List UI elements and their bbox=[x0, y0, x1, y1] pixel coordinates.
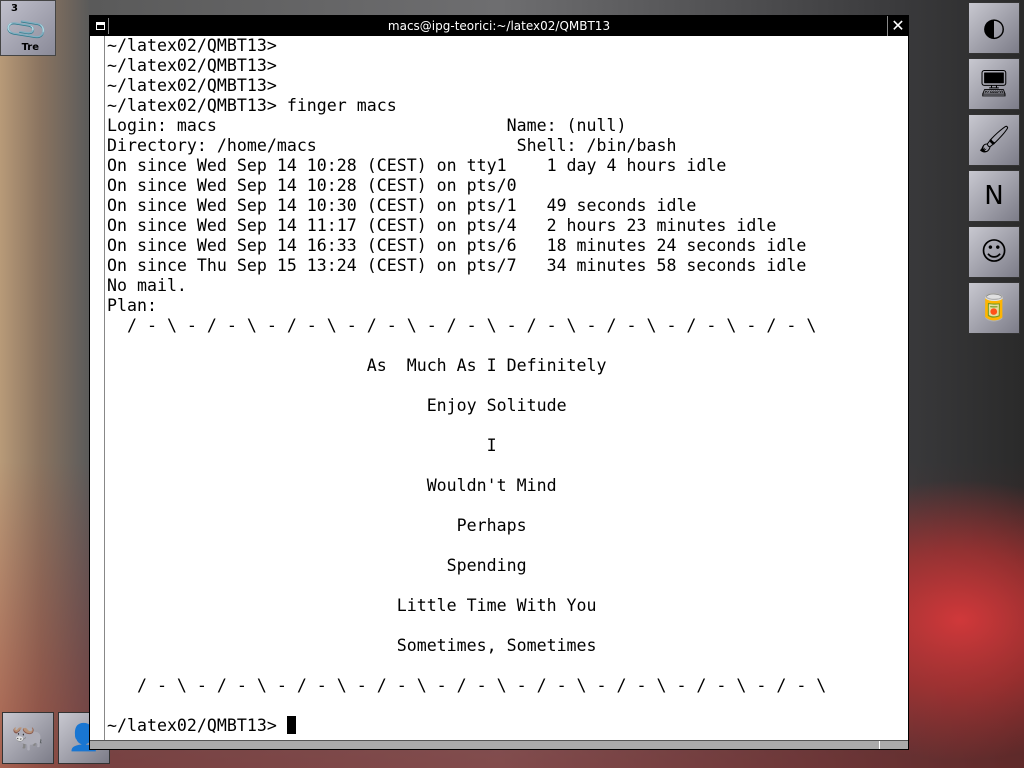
terminal-line: ~/latex02/QMBT13> bbox=[107, 56, 277, 75]
close-button[interactable]: ✕ bbox=[887, 16, 908, 36]
terminal-line: ~/latex02/QMBT13> bbox=[107, 36, 277, 55]
resize-bar[interactable] bbox=[90, 740, 908, 749]
gnu-button[interactable]: 🐃 bbox=[2, 712, 54, 764]
terminal-line: ~/latex02/QMBT13> finger macs bbox=[107, 96, 397, 115]
paint-icon: 🖌 bbox=[977, 125, 1011, 155]
resize-corner[interactable] bbox=[879, 741, 908, 749]
terminal-line: Wouldn't Mind bbox=[107, 476, 557, 495]
terminal-line: Directory: /home/macs Shell: /bin/bash bbox=[107, 136, 677, 155]
terminal-line: Perhaps bbox=[107, 516, 527, 535]
window-menu-icon bbox=[95, 22, 105, 30]
terminal-line: On since Wed Sep 14 11:17 (CEST) on pts/… bbox=[107, 216, 777, 235]
terminal-line: On since Thu Sep 15 13:24 (CEST) on pts/… bbox=[107, 256, 807, 275]
terminal-line: On since Wed Sep 14 10:30 (CEST) on pts/… bbox=[107, 196, 697, 215]
soda-can-dock-button[interactable]: 🥫 bbox=[968, 282, 1020, 334]
terminal-line: / - \ - / - \ - / - \ - / - \ - / - \ - … bbox=[107, 676, 827, 695]
terminal-line: / - \ - / - \ - / - \ - / - \ - / - \ - … bbox=[107, 316, 817, 335]
terminal-line: Login: macs Name: (null) bbox=[107, 116, 627, 135]
workspace-name: Tre bbox=[21, 42, 39, 53]
terminal-line: Enjoy Solitude bbox=[107, 396, 567, 415]
soda-can-icon: 🥫 bbox=[977, 293, 1011, 323]
wmaker-logo-dock-button[interactable]: ◐ bbox=[968, 2, 1020, 54]
terminal-line: Plan: bbox=[107, 296, 157, 315]
terminal-line: On since Wed Sep 14 16:33 (CEST) on pts/… bbox=[107, 236, 807, 255]
title-bar[interactable]: macs@ipg-teorici:~/latex02/QMBT13 ✕ bbox=[90, 16, 908, 36]
terminal-line: Little Time With You bbox=[107, 596, 597, 615]
paint-dock-button[interactable]: 🖌 bbox=[968, 114, 1020, 166]
terminal-text: ~/latex02/QMBT13> ~/latex02/QMBT13> ~/late… bbox=[107, 36, 908, 716]
terminal-output[interactable]: ~/latex02/QMBT13> ~/latex02/QMBT13> ~/late… bbox=[104, 36, 908, 741]
monitor-icon: 🖥 bbox=[977, 69, 1011, 99]
terminal-line: No mail. bbox=[107, 276, 187, 295]
terminal-line: On since Wed Sep 14 10:28 (CEST) on pts/… bbox=[107, 176, 517, 195]
terminal-line: Sometimes, Sometimes bbox=[107, 636, 597, 655]
bitchx-dock-button[interactable]: ☺ bbox=[968, 226, 1020, 278]
gnu-icon: 🐃 bbox=[11, 723, 45, 753]
shell-prompt: ~/latex02/QMBT13> bbox=[107, 716, 287, 735]
bitchx-icon: ☺ bbox=[980, 237, 1008, 267]
window-menu-button[interactable] bbox=[92, 18, 109, 34]
text-cursor bbox=[286, 716, 296, 734]
terminal-line: I bbox=[107, 436, 497, 455]
workspace-indicator[interactable]: 3 📎 Tre bbox=[0, 0, 56, 56]
window-title: macs@ipg-teorici:~/latex02/QMBT13 bbox=[387, 19, 611, 33]
terminal-line: As Much As I Definitely bbox=[107, 356, 607, 375]
terminal-window[interactable]: macs@ipg-teorici:~/latex02/QMBT13 ✕ ~/la… bbox=[89, 15, 909, 750]
terminal-line: Spending bbox=[107, 556, 527, 575]
terminal-line: ~/latex02/QMBT13> bbox=[107, 76, 277, 95]
wmaker-logo-icon: ◐ bbox=[982, 13, 1006, 43]
netscape-icon: N bbox=[984, 181, 1004, 211]
netscape-dock-button[interactable]: N bbox=[968, 170, 1020, 222]
monitor-dock-button[interactable]: 🖥 bbox=[968, 58, 1020, 110]
workspace-number: 3 bbox=[11, 3, 18, 14]
terminal-line: On since Wed Sep 14 10:28 (CEST) on tty1… bbox=[107, 156, 727, 175]
